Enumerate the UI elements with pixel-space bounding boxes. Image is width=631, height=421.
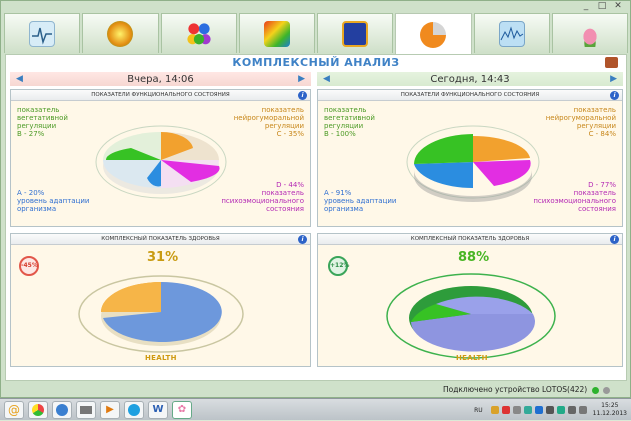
functional-state-panel-right: ПОКАЗАТЕЛИ ФУНКЦИОНАЛЬНОГО СОСТОЯНИЯ i по… <box>317 89 623 227</box>
language-indicator[interactable]: RU <box>474 407 483 414</box>
prev-arrow-icon[interactable]: ◀ <box>16 74 23 84</box>
tray-icon[interactable] <box>501 406 510 414</box>
day-label: Сегодня, 14:43 <box>430 73 510 85</box>
volume-icon[interactable] <box>578 406 587 414</box>
health-pie-left <box>78 275 244 353</box>
health-slice-top <box>101 282 161 312</box>
health-label: HEALTH <box>456 354 488 362</box>
day-selector-today: ◀ Сегодня, 14:43 ▶ <box>317 72 623 86</box>
media-player-icon[interactable]: ▶ <box>100 400 120 419</box>
tray-icon[interactable] <box>556 406 565 414</box>
next-arrow-icon[interactable]: ▶ <box>610 74 617 84</box>
skype-icon[interactable] <box>124 400 144 419</box>
tab-molecule[interactable] <box>160 13 237 53</box>
maximize-button[interactable]: □ <box>596 1 608 12</box>
tab-lotus[interactable] <box>551 13 628 53</box>
day-selector-yesterday: ◀ Вчера, 14:06 ▶ <box>10 72 311 86</box>
tab-body-map[interactable] <box>238 13 315 53</box>
taskbar: @ ▶ W ✿ RU 15:25 11.12.2013 <box>0 398 631 420</box>
pie-slice-c <box>473 135 530 162</box>
pie-chart-icon <box>420 22 447 48</box>
tab-ecg[interactable] <box>4 13 81 53</box>
ecg-icon <box>29 20 56 47</box>
clock[interactable]: 15:25 11.12.2013 <box>593 402 627 418</box>
tab-color-circle[interactable] <box>82 13 159 53</box>
tray-icon[interactable] <box>523 406 532 414</box>
functional-pie-left <box>95 125 227 199</box>
lotus-app-icon[interactable]: ✿ <box>172 400 192 419</box>
tray-icon[interactable] <box>534 406 543 414</box>
analysis-view: КОМПЛЕКСНЫЙ АНАЛИЗ ◀ Вчера, 14:06 ▶ ◀ Се… <box>5 54 627 381</box>
globe-icon[interactable] <box>52 400 72 419</box>
page-title: КОМПЛЕКСНЫЙ АНАЛИЗ <box>6 55 626 71</box>
molecule-icon <box>185 20 212 47</box>
system-tray: RU 15:25 11.12.2013 <box>474 399 627 421</box>
prev-arrow-icon[interactable]: ◀ <box>323 74 330 84</box>
health-panel-right: КОМПЛЕКСНЫЙ ПОКАЗАТЕЛЬ ЗДОРОВЬЯ i +12% 88… <box>317 233 623 367</box>
device-status: Подключено устройство LOTOS(422) <box>442 385 588 394</box>
book-icon[interactable] <box>605 57 618 68</box>
health-slice-remaining <box>411 314 535 352</box>
page-title-text: КОМПЛЕКСНЫЙ АНАЛИЗ <box>232 56 400 69</box>
waveform-icon <box>498 20 525 47</box>
dragon-icon <box>342 20 369 47</box>
status-gray-icon <box>603 386 610 394</box>
tab-complex-analysis[interactable] <box>395 13 472 56</box>
health-panel-left: КОМПЛЕКСНЫЙ ПОКАЗАТЕЛЬ ЗДОРОВЬЯ i -45% 31… <box>10 233 311 367</box>
chrome-icon[interactable] <box>28 400 48 419</box>
module-toolbar <box>3 13 629 56</box>
window-controls: _ □ ✕ <box>580 1 624 12</box>
next-arrow-icon[interactable]: ▶ <box>298 74 305 84</box>
health-label: HEALTH <box>145 354 177 362</box>
lotus-icon <box>576 20 603 47</box>
functional-pie-right <box>406 125 540 202</box>
word-icon[interactable]: W <box>148 400 168 419</box>
body-map-icon <box>263 20 290 47</box>
health-pie-right <box>386 273 556 359</box>
clock-time: 15:25 <box>601 402 619 409</box>
tab-waveform[interactable] <box>473 13 550 53</box>
app-window: _ □ ✕ КОМПЛЕКСНЫЙ АНАЛИЗ ◀ Вчера, 14:06 … <box>0 0 631 398</box>
minimize-button[interactable]: _ <box>580 1 592 12</box>
clock-date: 11.12.2013 <box>592 410 627 417</box>
tray-icon[interactable] <box>490 406 499 414</box>
pie-slice-d <box>473 160 531 186</box>
status-green-icon <box>591 386 599 394</box>
color-circle-icon <box>107 20 134 47</box>
skype-mail-icon[interactable]: @ <box>4 400 24 419</box>
day-label: Вчера, 14:06 <box>127 73 194 85</box>
status-bar: Подключено устройство LOTOS(422) <box>1 382 631 398</box>
tray-icon[interactable] <box>545 406 554 414</box>
tab-dragon[interactable] <box>317 13 394 53</box>
tray-icon[interactable] <box>512 406 521 414</box>
scanner-icon[interactable] <box>76 400 96 419</box>
close-button[interactable]: ✕ <box>612 1 624 12</box>
network-icon[interactable] <box>567 406 576 414</box>
functional-state-panel-left: ПОКАЗАТЕЛИ ФУНКЦИОНАЛЬНОГО СОСТОЯНИЯ i по… <box>10 89 311 227</box>
